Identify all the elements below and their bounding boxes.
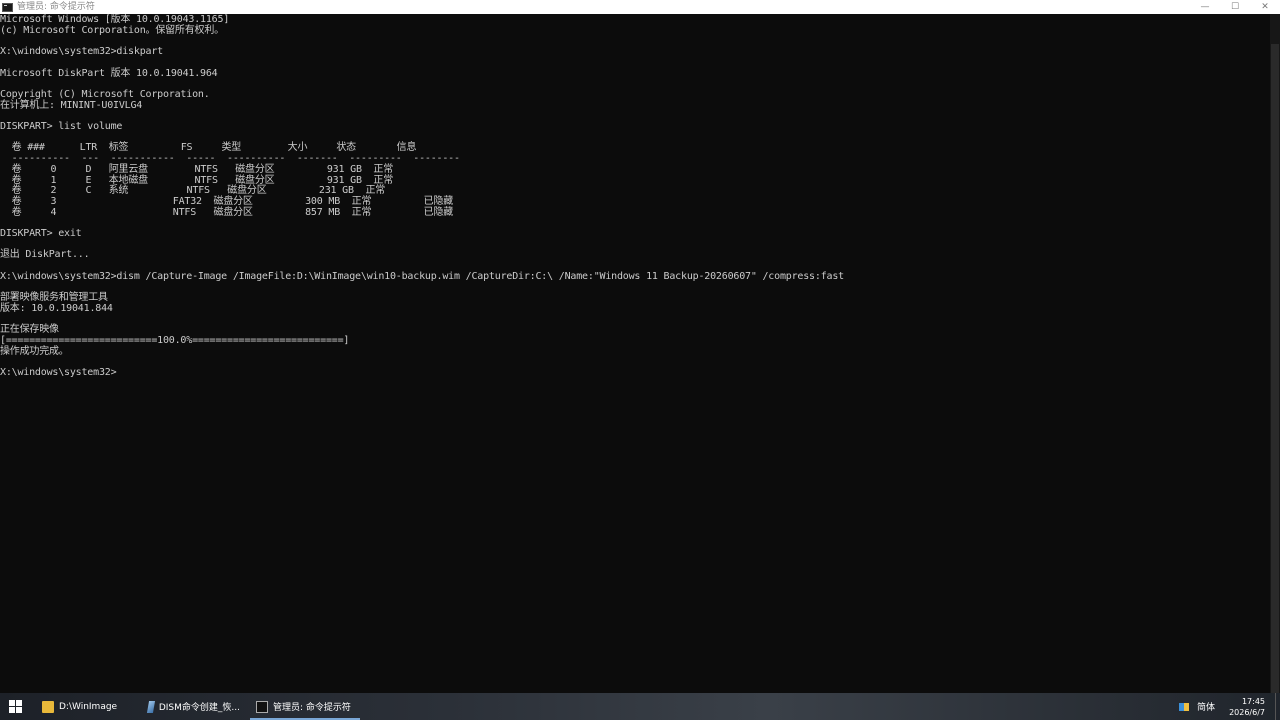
system-tray: 简体 17:45 2026/6/7: [1179, 693, 1280, 720]
window-title: 管理员: 命令提示符: [17, 2, 95, 12]
scrollbar-thumb[interactable]: [1271, 44, 1279, 704]
show-desktop-button[interactable]: [1275, 693, 1280, 720]
window-controls: — ☐ ✕: [1190, 0, 1280, 14]
console-line: 在计算机上: MININT-U0IVLG4: [0, 99, 143, 111]
console-line: 卷 3 FAT32 磁盘分区 300 MB 正常 已隐藏: [0, 195, 454, 207]
network-icon[interactable]: [1179, 702, 1190, 711]
console-output[interactable]: Microsoft Windows [版本 10.0.19043.1165] (c…: [0, 14, 1270, 693]
console-line: 卷 4 NTFS 磁盘分区 857 MB 正常 已隐藏: [0, 206, 454, 218]
dism-icon: [146, 700, 155, 713]
console-line: X:\windows\system32>diskpart: [0, 46, 163, 58]
console-line: (c) Microsoft Corporation。保留所有权利。: [0, 24, 224, 36]
cmd-app-icon: [2, 2, 13, 12]
console-line: X:\windows\system32>dism /Capture-Image …: [0, 270, 844, 282]
console-line: Copyright (C) Microsoft Corporation.: [0, 88, 210, 100]
maximize-button[interactable]: ☐: [1220, 0, 1250, 14]
clock-date: 2026/6/7: [1229, 707, 1265, 717]
console-line: Microsoft DiskPart 版本 10.0.19041.964: [0, 67, 218, 79]
console-line: DISKPART> exit: [0, 228, 82, 239]
cmd-icon: [256, 700, 268, 713]
clock-time: 17:45: [1241, 696, 1265, 706]
console-line: 版本: 10.0.19041.844: [0, 302, 113, 314]
console-line: 卷 ### LTR 标签 FS 类型 大小 状态 信息: [0, 142, 417, 154]
console-line: 正在保存映像: [0, 324, 59, 336]
console-line: ---------- --- ----------- ----- -------…: [0, 153, 460, 165]
start-button[interactable]: [0, 693, 30, 720]
window-titlebar[interactable]: 管理员: 命令提示符 — ☐ ✕: [0, 0, 1280, 14]
taskbar-item-cmd[interactable]: 管理员: 命令提示符: [250, 693, 360, 720]
clock[interactable]: 17:45 2026/6/7: [1229, 696, 1265, 718]
ime-indicator[interactable]: 简体: [1197, 700, 1215, 713]
console-line: 操作成功完成。: [0, 345, 69, 357]
close-button[interactable]: ✕: [1250, 0, 1280, 14]
console-line: [==========================100.0%=======…: [0, 335, 350, 346]
console-line: 卷 0 D 阿里云盘 NTFS 磁盘分区 931 GB 正常: [0, 163, 394, 175]
taskbar-item-label: 管理员: 命令提示符: [273, 703, 351, 713]
taskbar-item-explorer[interactable]: D:\WinImage: [36, 693, 136, 720]
taskbar: D:\WinImage DISM命令创建_恢... 管理员: 命令提示符 简体 …: [0, 693, 1280, 720]
console-line: X:\windows\system32>: [0, 367, 117, 379]
console-scrollbar[interactable]: [1270, 14, 1280, 704]
taskbar-item-label: DISM命令创建_恢...: [158, 703, 240, 713]
folder-icon: [42, 700, 54, 713]
windows-logo-icon: [8, 700, 22, 713]
console-line: Microsoft Windows [版本 10.0.19043.1165]: [0, 14, 230, 25]
console-line: DISKPART> list volume: [0, 121, 123, 132]
console-line: 部署映像服务和管理工具: [0, 292, 108, 304]
console-line: 卷 1 E 本地磁盘 NTFS 磁盘分区 931 GB 正常: [0, 174, 394, 186]
console-line: 卷 2 C 系统 NTFS 磁盘分区 231 GB 正常: [0, 185, 386, 197]
taskbar-item-dism-doc[interactable]: DISM命令创建_恢...: [142, 693, 246, 720]
taskbar-item-label: D:\WinImage: [59, 701, 118, 712]
console-line: 退出 DiskPart...: [0, 249, 90, 261]
minimize-button[interactable]: —: [1190, 0, 1220, 14]
